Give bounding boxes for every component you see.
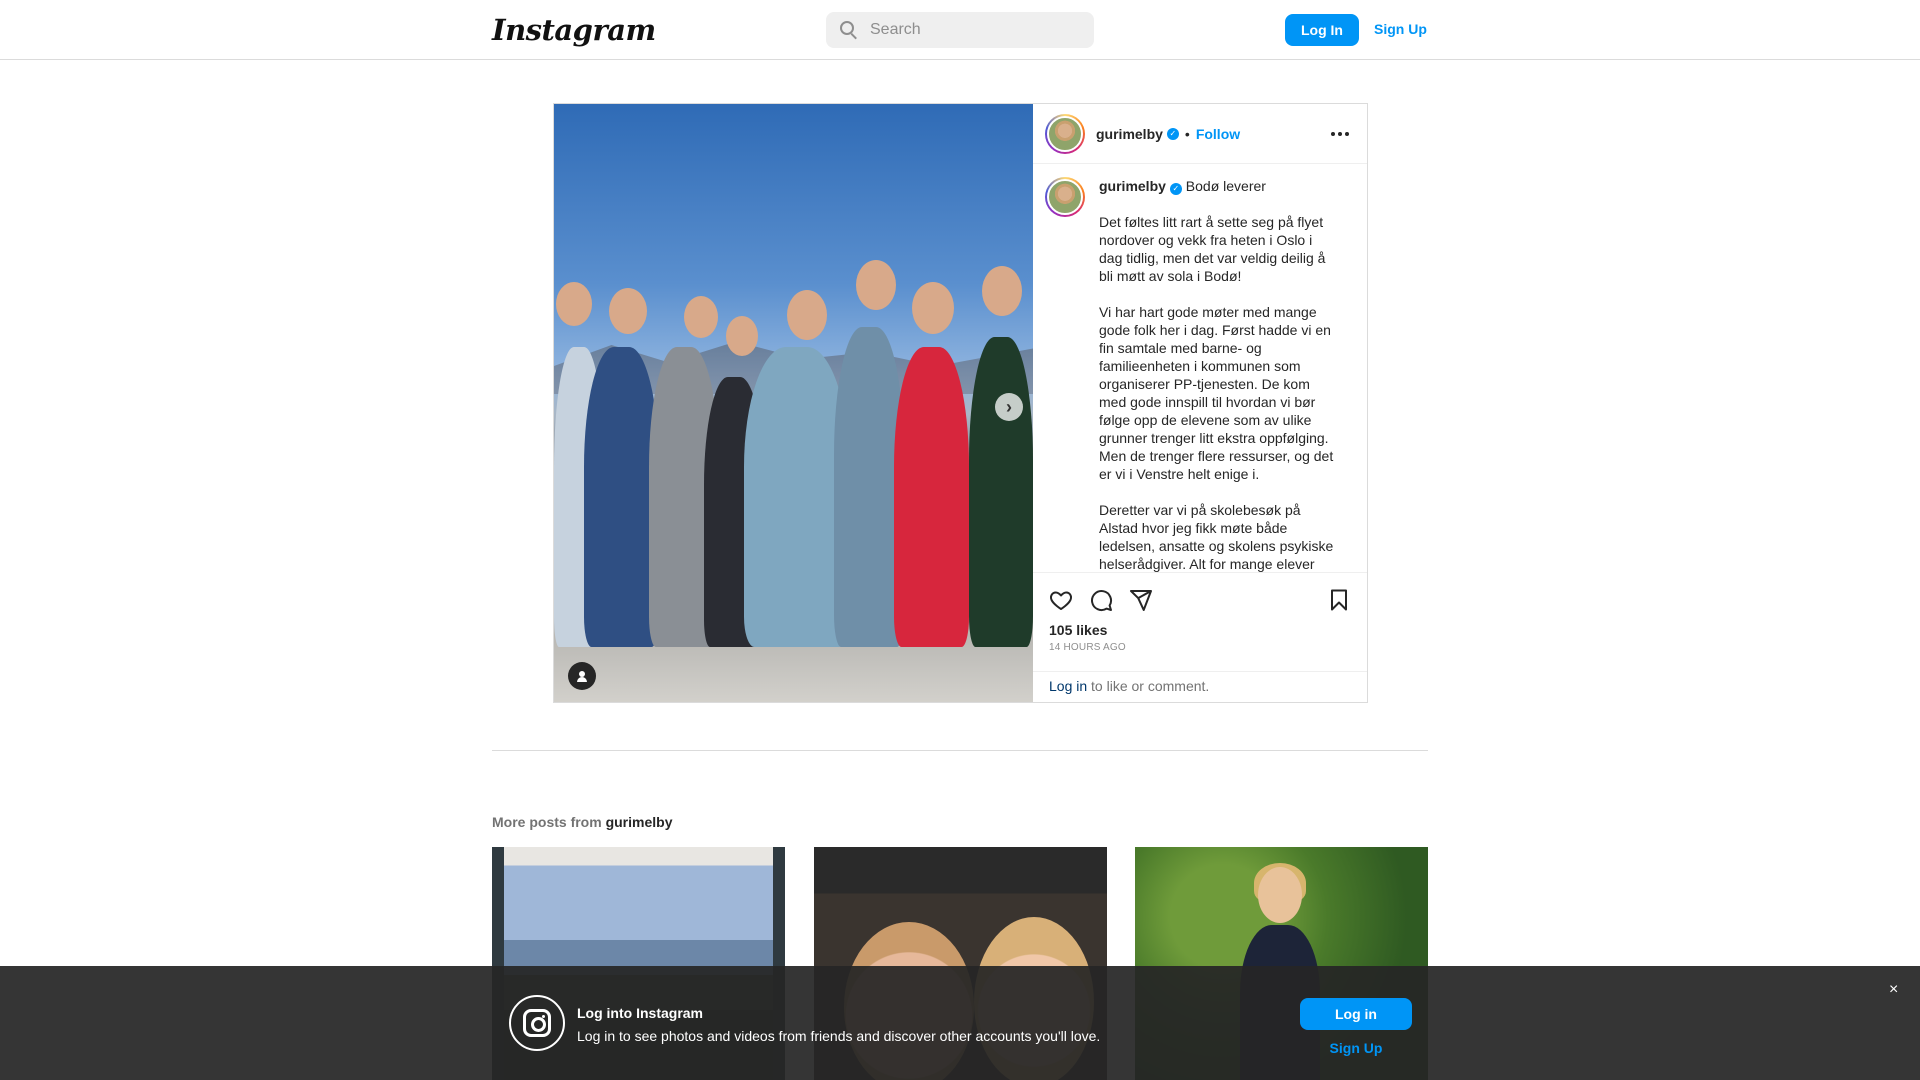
- login-to-comment: Log in to like or comment.: [1033, 671, 1367, 700]
- signup-link[interactable]: Sign Up: [1374, 21, 1427, 37]
- follow-button[interactable]: Follow: [1196, 126, 1240, 142]
- more-posts-username[interactable]: gurimelby: [606, 814, 673, 830]
- banner-signup-link[interactable]: Sign Up: [1300, 1040, 1412, 1056]
- verified-badge-icon: ✓: [1166, 127, 1179, 140]
- banner-login-button[interactable]: Log in: [1300, 998, 1412, 1030]
- login-banner: [0, 966, 1920, 1080]
- tagged-user-icon[interactable]: [568, 662, 596, 690]
- more-options-icon[interactable]: [1331, 132, 1349, 136]
- instagram-logo[interactable]: Instagram: [492, 13, 656, 47]
- likes-count[interactable]: 105 likes: [1049, 622, 1351, 638]
- comment-icon[interactable]: [1089, 588, 1113, 612]
- search-input[interactable]: [870, 21, 1080, 39]
- login-to-comment-text: to like or comment.: [1087, 678, 1210, 694]
- separator-dot: •: [1184, 125, 1190, 142]
- bookmark-icon[interactable]: [1327, 588, 1351, 612]
- login-button[interactable]: Log In: [1285, 14, 1359, 46]
- caption-paragraph-3: Deretter var vi på skolebesøk på Alstad …: [1099, 502, 1334, 572]
- share-icon[interactable]: [1129, 588, 1153, 612]
- like-heart-icon[interactable]: [1049, 588, 1073, 612]
- login-link[interactable]: Log in: [1049, 678, 1087, 694]
- banner-title: Log into Instagram: [577, 1005, 703, 1021]
- more-posts-heading: More posts from gurimelby: [492, 814, 672, 830]
- search-icon: [840, 21, 858, 40]
- post-username[interactable]: gurimelby: [1096, 126, 1163, 142]
- post-header: gurimelby ✓ • Follow: [1033, 104, 1367, 164]
- carousel-next-button[interactable]: ›: [995, 393, 1023, 421]
- caption-title: Bodø leverer: [1185, 178, 1266, 194]
- search-box[interactable]: [826, 12, 1094, 48]
- top-nav: Instagram Log In Sign Up: [0, 0, 1920, 60]
- verified-badge-icon: ✓: [1169, 183, 1182, 195]
- close-icon[interactable]: ×: [1889, 981, 1898, 999]
- caption-paragraph-1: Det føltes litt rart å sette seg på flye…: [1099, 214, 1326, 284]
- caption-avatar[interactable]: [1045, 177, 1085, 217]
- avatar[interactable]: [1045, 113, 1085, 154]
- caption-paragraph-2: Vi har hart gode møter med mange gode fo…: [1099, 304, 1334, 482]
- post-image[interactable]: ›: [554, 104, 1033, 702]
- post-sidebar: gurimelby ✓ • Follow gurimelby ✓ Bodø lev…: [1033, 104, 1367, 702]
- more-posts-prefix: More posts from: [492, 814, 606, 830]
- instagram-glyph-icon: [509, 995, 565, 1051]
- caption-scroll-area[interactable]: gurimelby ✓ Bodø leverer Det føltes litt …: [1033, 165, 1367, 575]
- post-card: › gurimelby ✓ • Follow gurimelby ✓ Bodø l…: [553, 103, 1368, 703]
- post-actions: 105 likes 14 HOURS AGO: [1033, 572, 1367, 653]
- section-divider: [492, 750, 1428, 751]
- caption-text: gurimelby ✓ Bodø leverer Det føltes litt …: [1099, 177, 1339, 573]
- caption-username[interactable]: gurimelby: [1099, 178, 1166, 194]
- post-timestamp[interactable]: 14 HOURS AGO: [1049, 642, 1351, 653]
- banner-text: Log in to see photos and videos from fri…: [577, 1028, 1101, 1044]
